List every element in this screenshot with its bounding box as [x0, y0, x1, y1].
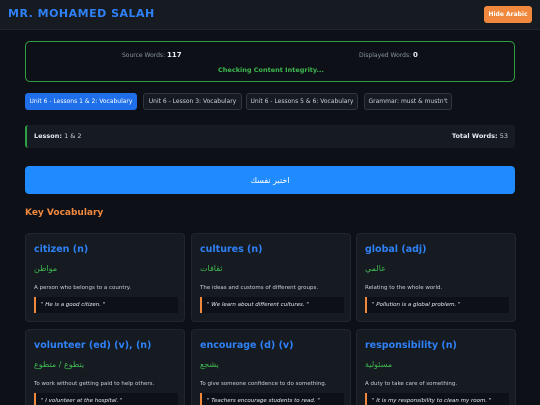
vocab-arabic: مسئولية	[365, 360, 393, 369]
lesson-label: Lesson:	[34, 132, 62, 140]
hide-arabic-button[interactable]: Hide Arabic	[484, 6, 532, 23]
tab-unit6-lesson-3[interactable]: Unit 6 - Lesson 3: Vocabulary	[143, 93, 242, 110]
tab-grammar-must[interactable]: Grammar: must & mustn't	[364, 93, 452, 110]
lesson-bar: Lesson: 1 & 2 Total Words: 53	[25, 125, 515, 148]
section-title: Key Vocabulary	[25, 208, 104, 218]
brand-title: MR. MOHAMED SALAH	[8, 7, 155, 20]
integrity-status: Checking Content Integrity...	[218, 66, 324, 74]
vocab-arabic: عالمي	[365, 264, 386, 273]
vocab-arabic: يشجع	[200, 360, 219, 369]
vocab-card: volunteer (ed) (v), (n) يتطوع / متطوع To…	[25, 329, 185, 405]
displayed-words-value: 0	[413, 51, 418, 59]
vocab-arabic: ثقافات	[200, 264, 223, 273]
vocab-card: citizen (n) مواطن A person who belongs t…	[25, 233, 185, 322]
vocab-word: volunteer (ed) (v), (n)	[34, 340, 152, 351]
vocab-example: " Pollution is a global problem. "	[365, 297, 509, 313]
vocab-definition: To work without getting paid to help oth…	[34, 381, 155, 387]
test-yourself-button[interactable]: اختبر نفسك	[25, 166, 515, 194]
vocab-definition: Relating to the whole world.	[365, 285, 443, 291]
total-words: Total Words: 53	[452, 132, 508, 140]
vocab-definition: A duty to take care of something.	[365, 381, 458, 387]
integrity-panel: Source Words: 117 Displayed Words: 0 Che…	[25, 41, 515, 82]
vocab-definition: The ideas and customs of different group…	[200, 285, 319, 291]
total-words-value: 53	[499, 132, 508, 140]
vocab-card: cultures (n) ثقافات The ideas and custom…	[191, 233, 351, 322]
displayed-words-label: Displayed Words:	[359, 52, 412, 59]
vocab-word: global (adj)	[365, 244, 427, 255]
vocab-example: " We learn about different cultures. "	[200, 297, 344, 313]
vocab-definition: A person who belongs to a country.	[34, 285, 131, 291]
vocab-example: " It is my responsibility to clean my ro…	[365, 393, 509, 405]
vocab-arabic: يتطوع / متطوع	[34, 360, 85, 369]
top-bar: MR. MOHAMED SALAH Hide Arabic	[0, 0, 540, 30]
vocab-card: responsibility (n) مسئولية A duty to tak…	[356, 329, 516, 405]
vocab-word: encourage (d) (v)	[200, 340, 294, 351]
lesson-value: 1 & 2	[64, 132, 82, 140]
vocab-example: " He is a good citizen. "	[34, 297, 178, 313]
tab-unit6-lessons-1-2[interactable]: Unit 6 - Lessons 1 & 2: Vocabulary	[25, 93, 137, 110]
lesson-tabs: Unit 6 - Lessons 1 & 2: Vocabulary Unit …	[25, 93, 515, 110]
source-words-value: 117	[167, 51, 182, 59]
lesson-info: Lesson: 1 & 2	[34, 132, 82, 140]
vocab-word: citizen (n)	[34, 244, 89, 255]
vocab-word: responsibility (n)	[365, 340, 457, 351]
vocab-example: " I volunteer at the hospital. "	[34, 393, 178, 405]
vocab-card: global (adj) عالمي Relating to the whole…	[356, 233, 516, 322]
source-words-label: Source Words:	[122, 52, 166, 59]
total-words-label: Total Words:	[451, 132, 498, 140]
displayed-words: Displayed Words: 0	[359, 51, 418, 59]
vocab-card: encourage (d) (v) يشجع To give someone c…	[191, 329, 351, 405]
vocab-definition: To give someone confidence to do somethi…	[200, 381, 327, 387]
source-words: Source Words: 117	[122, 51, 182, 59]
tab-unit6-lessons-5-6[interactable]: Unit 6 - Lessons 5 & 6: Vocabulary	[246, 93, 358, 110]
vocab-word: cultures (n)	[200, 244, 263, 255]
vocab-example: " Teachers encourage students to read. "	[200, 393, 344, 405]
vocab-arabic: مواطن	[34, 264, 58, 273]
